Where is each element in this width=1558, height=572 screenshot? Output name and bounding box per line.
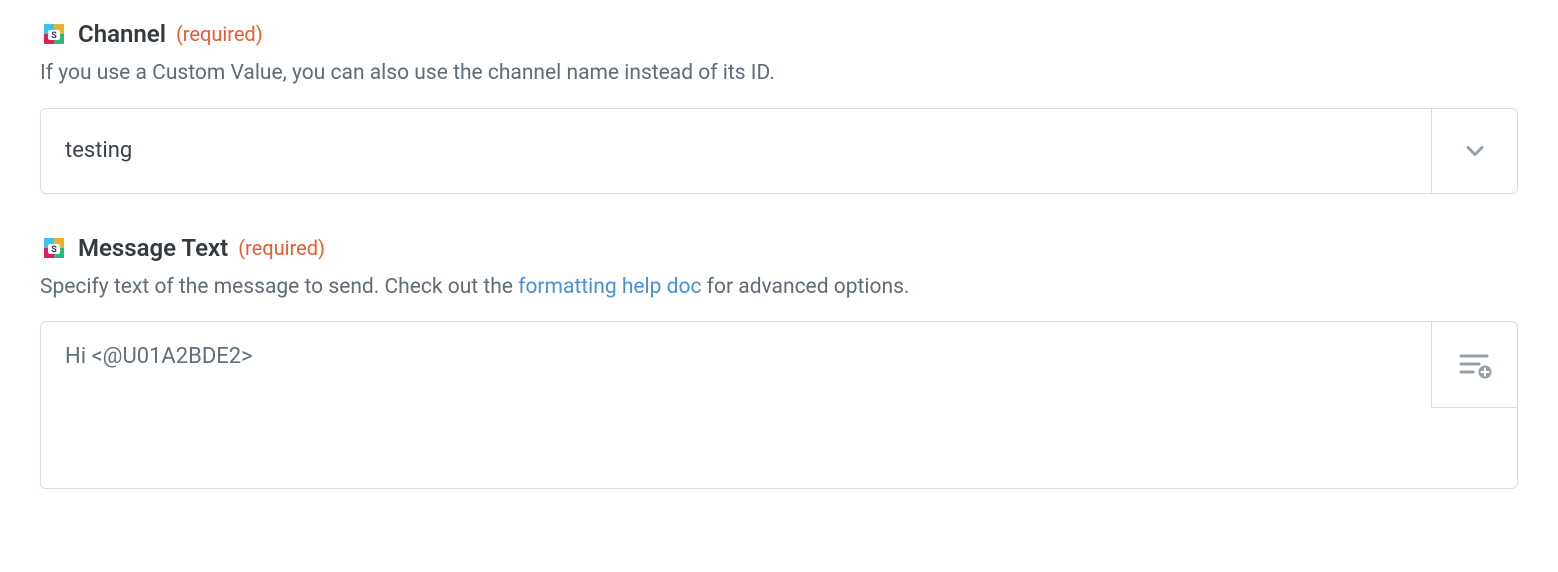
message-text-required-tag: (required) [238, 236, 325, 260]
message-text-label: Message Text [78, 234, 228, 262]
channel-description: If you use a Custom Value, you can also … [40, 58, 1518, 90]
insert-list-plus-icon [1457, 350, 1493, 380]
svg-text:S: S [51, 245, 57, 255]
channel-label: Channel [78, 20, 166, 48]
channel-field-group: S Channel (required) If you use a Custom… [40, 20, 1518, 194]
channel-dropdown-value: testing [41, 109, 1431, 193]
insert-data-button[interactable] [1431, 322, 1517, 408]
chevron-down-icon [1461, 137, 1489, 165]
channel-label-row: S Channel (required) [40, 20, 1518, 48]
formatting-help-link[interactable]: formatting help doc [518, 275, 701, 299]
message-text-description-suffix: for advanced options. [701, 275, 909, 299]
message-text-description-prefix: Specify text of the message to send. Che… [40, 275, 518, 299]
slack-icon: S [40, 20, 68, 48]
channel-required-tag: (required) [176, 22, 263, 46]
message-text-input[interactable]: Hi <@U01A2BDE2> [41, 322, 1427, 422]
message-text-field-group: S Message Text (required) Specify text o… [40, 234, 1518, 490]
message-text-input-wrapper: Hi <@U01A2BDE2> [40, 321, 1518, 489]
svg-text:S: S [51, 31, 57, 41]
message-text-label-row: S Message Text (required) [40, 234, 1518, 262]
channel-dropdown-caret[interactable] [1431, 109, 1517, 193]
message-text-description: Specify text of the message to send. Che… [40, 272, 1518, 304]
channel-dropdown[interactable]: testing [40, 108, 1518, 194]
slack-icon: S [40, 234, 68, 262]
